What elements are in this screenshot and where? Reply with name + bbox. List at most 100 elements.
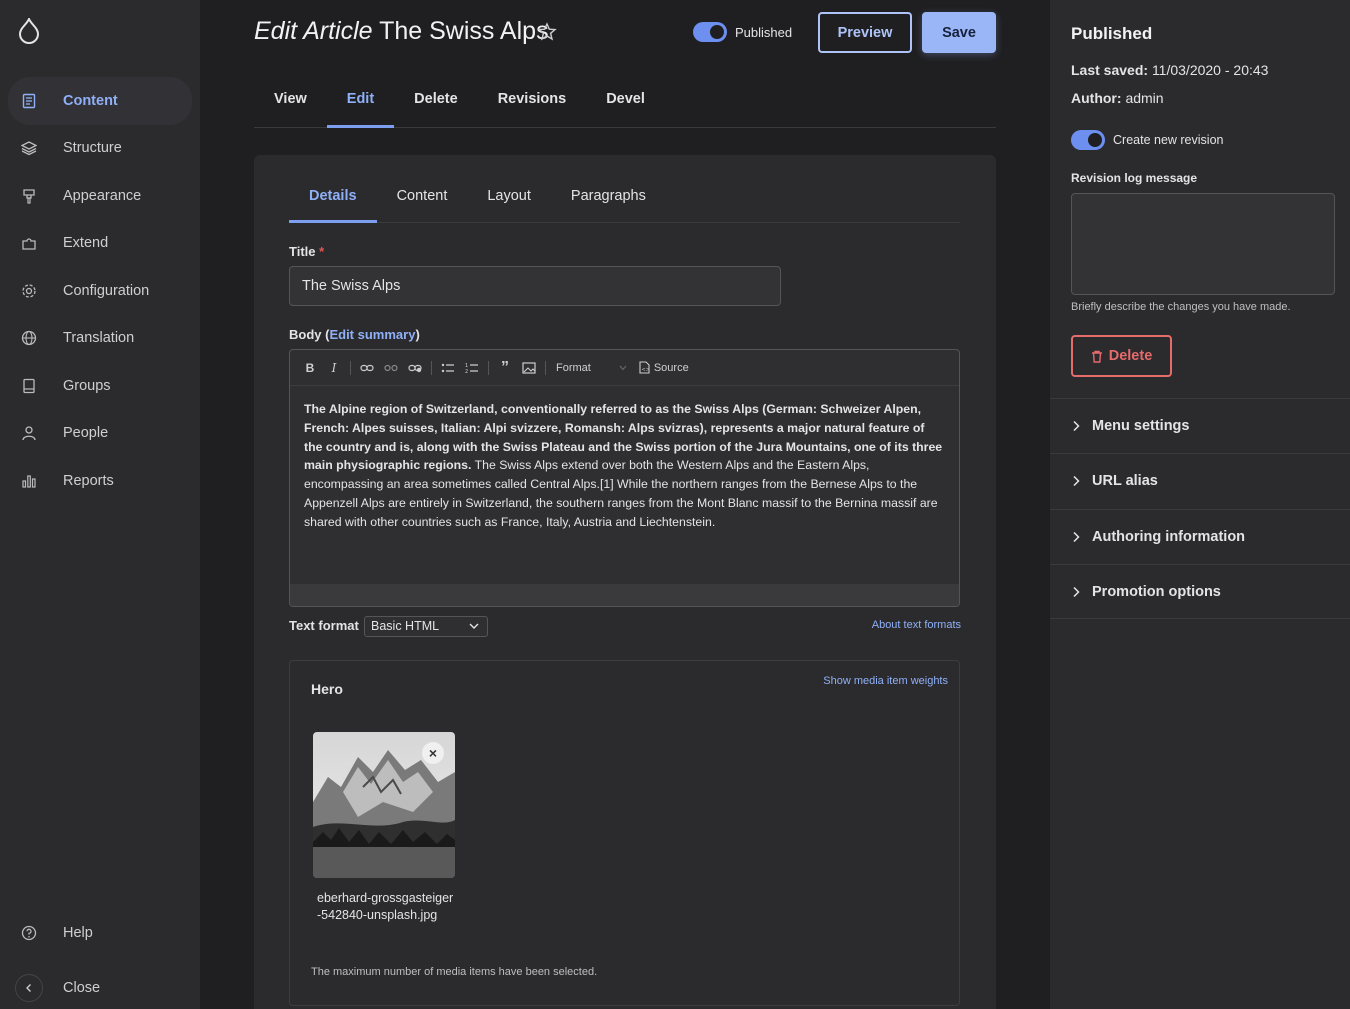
bar-chart-icon <box>20 472 38 490</box>
sidebar-item-people[interactable]: People <box>8 410 192 458</box>
body-editor[interactable]: B I 12 ” Format <> Source The Alpine reg… <box>289 349 960 607</box>
accordion-promotion-options[interactable]: Promotion options <box>1050 563 1350 620</box>
author: Author: admin <box>1071 90 1164 106</box>
tab-revisions[interactable]: Revisions <box>478 78 587 128</box>
admin-sidebar: Content Structure Appearance Extend Conf… <box>0 0 200 1009</box>
title-label-text: Title <box>289 244 316 259</box>
sidebar-close-button[interactable]: Close <box>8 964 192 1009</box>
toggle-switch[interactable] <box>1071 130 1105 150</box>
image-icon[interactable] <box>521 360 537 376</box>
toolbar-separator <box>350 360 351 375</box>
sidebar-item-label: Structure <box>63 140 122 157</box>
page-title-name: The Swiss Alps <box>379 17 549 45</box>
globe-icon <box>20 329 38 347</box>
body-label-end: ) <box>415 327 420 342</box>
puzzle-icon <box>20 234 38 252</box>
unlink-icon[interactable] <box>383 360 399 376</box>
bold-icon[interactable]: B <box>302 360 318 376</box>
layers-icon <box>20 139 38 157</box>
accordion-menu-settings[interactable]: Menu settings <box>1050 398 1350 453</box>
tab-paragraphs[interactable]: Paragraphs <box>551 177 666 223</box>
sidebar-item-groups[interactable]: Groups <box>8 362 192 410</box>
drupal-logo-icon[interactable] <box>18 18 40 44</box>
meta-sidebar: Published Last saved: 11/03/2020 - 20:43… <box>1050 0 1350 1009</box>
tab-view[interactable]: View <box>254 78 327 128</box>
sidebar-item-configuration[interactable]: Configuration <box>8 267 192 315</box>
sidebar-item-appearance[interactable]: Appearance <box>8 172 192 220</box>
editor-toolbar: B I 12 ” Format <> Source <box>290 350 959 386</box>
tab-delete[interactable]: Delete <box>394 78 478 128</box>
show-media-weights-link[interactable]: Show media item weights <box>823 675 948 687</box>
svg-text:2: 2 <box>465 369 468 374</box>
accordion-label: Menu settings <box>1092 418 1190 435</box>
tab-details[interactable]: Details <box>289 177 377 223</box>
help-icon <box>20 924 38 942</box>
blockquote-icon[interactable]: ” <box>497 359 513 376</box>
settings-accordion: Menu settings URL alias Authoring inform… <box>1050 398 1350 620</box>
text-format-select[interactable]: Basic HTML <box>364 616 488 637</box>
secondary-tabs: Details Content Layout Paragraphs <box>289 177 960 223</box>
sidebar-item-structure[interactable]: Structure <box>8 125 192 173</box>
tab-layout[interactable]: Layout <box>467 177 551 223</box>
hero-title: Hero <box>311 681 343 697</box>
revision-log-help: Briefly describe the changes you have ma… <box>1071 301 1291 313</box>
italic-icon[interactable]: I <box>326 360 342 376</box>
title-label: Title * <box>289 244 324 259</box>
preview-button[interactable]: Preview <box>818 12 912 53</box>
toolbar-separator <box>488 360 489 375</box>
svg-text:<>: <> <box>641 367 649 373</box>
last-saved-label: Last saved: <box>1071 62 1149 78</box>
sidebar-item-label: Translation <box>63 330 135 347</box>
title-input[interactable] <box>289 266 781 306</box>
tab-content[interactable]: Content <box>377 177 468 223</box>
published-toggle[interactable]: Published <box>693 22 792 42</box>
sidebar-item-help[interactable]: Help <box>8 909 192 957</box>
media-file-name: eberhard-grossgasteiger-542840-unsplash.… <box>317 891 454 922</box>
sidebar-item-reports[interactable]: Reports <box>8 457 192 505</box>
gear-icon <box>20 282 38 300</box>
accordion-authoring-information[interactable]: Authoring information <box>1050 508 1350 564</box>
link-icon[interactable] <box>359 360 375 376</box>
sidebar-item-extend[interactable]: Extend <box>8 220 192 268</box>
source-button[interactable]: <> Source <box>639 361 689 374</box>
media-limit-note: The maximum number of media items have b… <box>311 966 598 978</box>
document-icon <box>20 92 38 110</box>
text-format-value: Basic HTML <box>371 619 440 633</box>
brush-icon <box>20 187 38 205</box>
save-button[interactable]: Save <box>922 12 996 53</box>
trash-icon <box>1091 350 1102 363</box>
accordion-label: Authoring information <box>1092 528 1246 545</box>
star-icon[interactable] <box>537 22 557 42</box>
bulleted-list-icon[interactable] <box>440 360 456 376</box>
anchor-icon[interactable] <box>407 360 423 376</box>
published-label: Published <box>735 24 793 40</box>
numbered-list-icon[interactable]: 12 <box>464 360 480 376</box>
sidebar-item-content[interactable]: Content <box>8 77 192 125</box>
revision-log-label: Revision log message <box>1071 171 1198 185</box>
tab-devel[interactable]: Devel <box>586 78 665 128</box>
chevron-left-icon <box>15 973 43 1002</box>
hero-media-field: Hero Show media item weights × eberhard-… <box>289 660 960 1006</box>
sidebar-item-label: Content <box>63 92 118 109</box>
toggle-switch[interactable] <box>693 22 727 42</box>
sidebar-item-translation[interactable]: Translation <box>8 315 192 363</box>
edit-form-card: Details Content Layout Paragraphs Title … <box>254 155 996 1009</box>
format-dropdown[interactable]: Format <box>556 362 627 374</box>
chevron-right-icon <box>1072 420 1082 432</box>
edit-summary-link[interactable]: Edit summary <box>329 327 415 342</box>
delete-button[interactable]: Delete <box>1071 335 1172 377</box>
accordion-url-alias[interactable]: URL alias <box>1050 453 1350 508</box>
sidebar-item-label: Reports <box>63 472 114 489</box>
delete-label: Delete <box>1108 348 1153 364</box>
sidebar-nav: Content Structure Appearance Extend Conf… <box>8 77 192 505</box>
source-icon: <> <box>639 361 650 374</box>
revision-log-textarea[interactable] <box>1071 193 1335 295</box>
about-text-formats-link[interactable]: About text formats <box>872 619 961 631</box>
tab-edit[interactable]: Edit <box>326 78 395 128</box>
sidebar-item-label: Help <box>63 924 93 941</box>
remove-media-button[interactable]: × <box>422 742 444 764</box>
editor-content[interactable]: The Alpine region of Switzerland, conven… <box>290 386 959 584</box>
author-value: admin <box>1125 90 1164 106</box>
new-revision-toggle[interactable]: Create new revision <box>1071 130 1223 150</box>
chevron-right-icon <box>1072 586 1082 598</box>
